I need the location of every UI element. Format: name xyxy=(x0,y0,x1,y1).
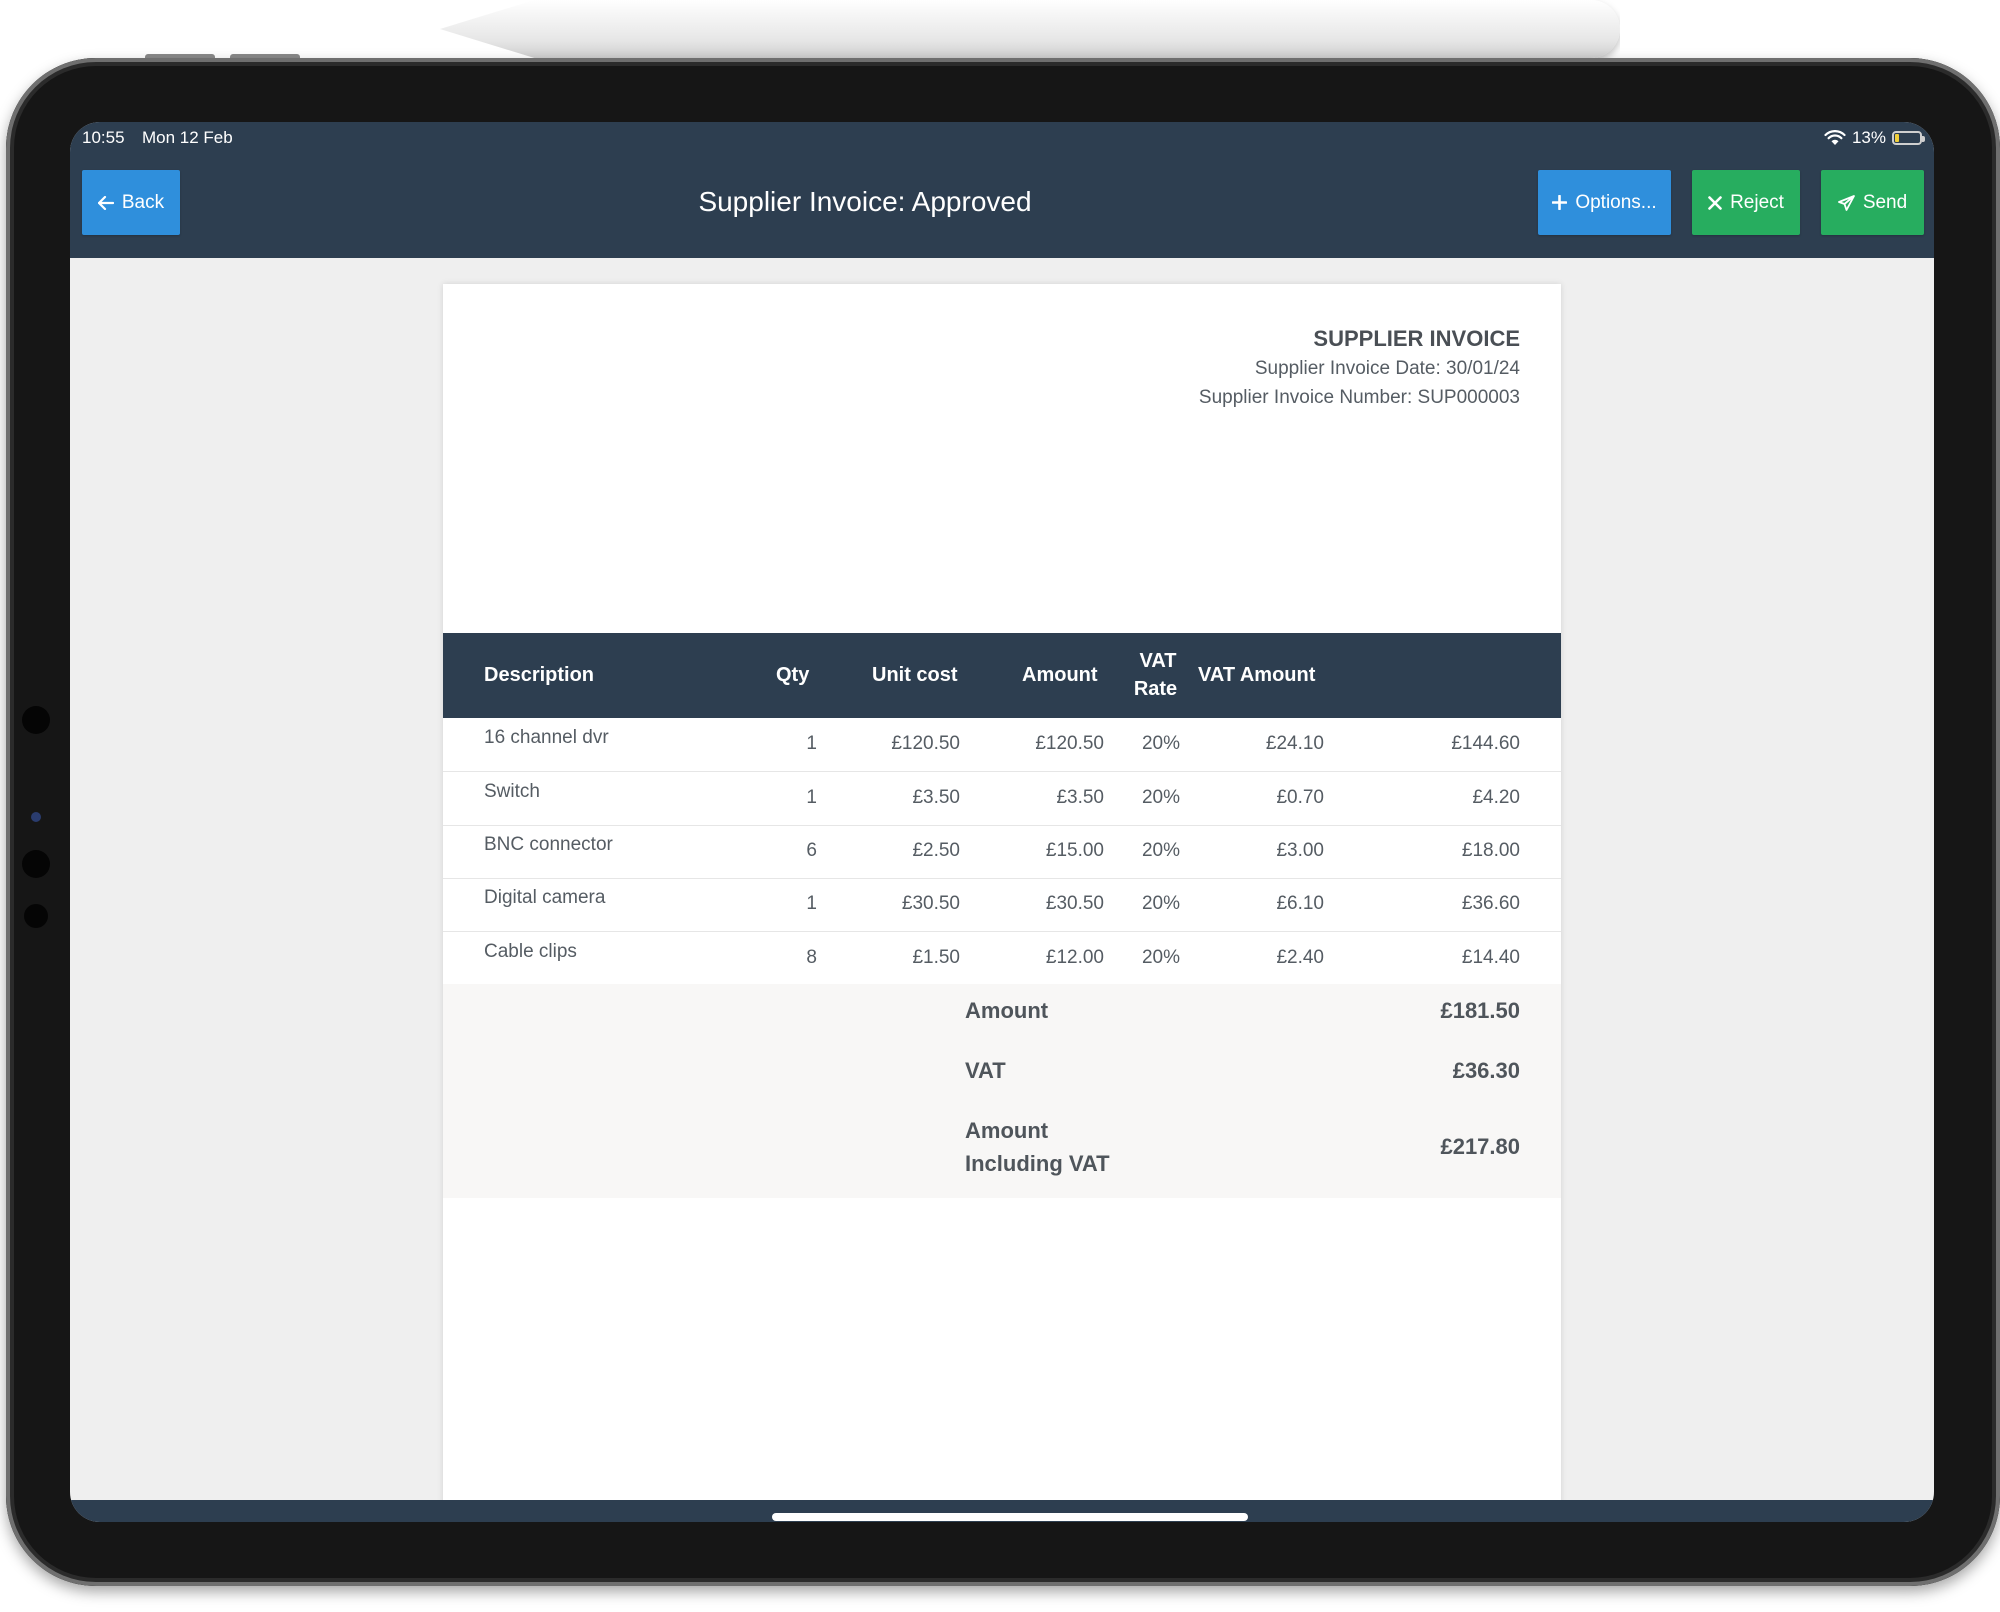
row-vat-rate: 20% xyxy=(1141,787,1180,808)
total-vat-label: VAT xyxy=(965,1058,1006,1083)
invoice-header: SUPPLIER INVOICE Supplier Invoice Date: … xyxy=(1199,324,1520,412)
row-vat-rate: 20% xyxy=(1141,893,1180,914)
row-qty: 8 xyxy=(806,947,817,968)
apple-pencil xyxy=(440,0,1620,58)
column-description: Description xyxy=(484,664,595,686)
send-button-label: Send xyxy=(1862,191,1908,213)
row-unit-cost: £2.50 xyxy=(912,840,960,861)
column-vat-amount: VAT Amount xyxy=(1198,664,1316,686)
sensor-dot xyxy=(22,850,50,878)
send-button[interactable]: Send xyxy=(1821,170,1924,235)
total-incl-vat-label-line2: Including VAT xyxy=(965,1151,1110,1176)
page-title: Supplier Invoice: Approved xyxy=(698,186,1032,217)
row-unit-cost: £120.50 xyxy=(891,733,960,754)
row-amount: £15.00 xyxy=(1045,840,1104,861)
reject-button[interactable]: Reject xyxy=(1692,170,1800,235)
row-description: Digital camera xyxy=(484,887,606,908)
row-total: £4.20 xyxy=(1472,787,1520,808)
app-screen: 10:55 Mon 12 Feb 13% Back Supplier Invoi… xyxy=(70,122,1934,1522)
row-vat-amount: £3.00 xyxy=(1276,840,1324,861)
plus-icon xyxy=(1552,195,1568,210)
total-amount-label: Amount xyxy=(965,998,1049,1023)
column-qty: Qty xyxy=(776,664,810,686)
table-row: Digital camera 1 £30.50 £30.50 20% £6.10… xyxy=(443,878,1561,932)
status-right: 13% xyxy=(1824,124,1925,152)
total-vat-value: £36.30 xyxy=(1452,1058,1520,1083)
invoice-heading: SUPPLIER INVOICE xyxy=(1313,326,1520,351)
row-vat-rate: 20% xyxy=(1141,840,1180,861)
sensor-dot xyxy=(22,706,50,734)
row-vat-amount: £0.70 xyxy=(1276,787,1324,808)
row-total: £18.00 xyxy=(1461,840,1520,861)
row-total: £144.60 xyxy=(1451,733,1520,754)
battery-percent: 13% xyxy=(1851,128,1886,147)
status-date: Mon 12 Feb xyxy=(142,128,233,147)
home-indicator[interactable] xyxy=(772,1513,1248,1521)
row-description: Cable clips xyxy=(484,941,577,962)
row-unit-cost: £3.50 xyxy=(912,787,960,808)
app-header: 10:55 Mon 12 Feb 13% Back Supplier Invoi… xyxy=(70,122,1934,258)
invoice-date: Supplier Invoice Date: 30/01/24 xyxy=(1254,358,1520,379)
row-qty: 1 xyxy=(806,787,817,808)
row-description: 16 channel dvr xyxy=(484,727,609,748)
row-qty: 6 xyxy=(806,840,817,861)
table-row: Switch 1 £3.50 £3.50 20% £0.70 £4.20 xyxy=(443,772,1561,826)
row-amount: £30.50 xyxy=(1045,893,1104,914)
sensor-dot xyxy=(24,904,48,928)
paper-plane-icon xyxy=(1837,194,1855,211)
status-bar: 10:55 Mon 12 Feb 13% xyxy=(82,124,1925,152)
wifi-icon xyxy=(1824,130,1846,145)
invoice-totals: Amount £181.50 VAT £36.30 Amount Includi… xyxy=(443,984,1561,1198)
row-amount: £120.50 xyxy=(1035,733,1104,754)
reject-button-label: Reject xyxy=(1730,191,1784,213)
table-header: Description Qty Unit cost Amount VAT Rat… xyxy=(443,633,1561,718)
status-time: 10:55 xyxy=(82,128,125,147)
table-row: BNC connector 6 £2.50 £15.00 20% £3.00 £… xyxy=(443,825,1561,879)
row-description: BNC connector xyxy=(484,834,613,855)
row-description: Switch xyxy=(484,781,540,802)
column-unit-cost: Unit cost xyxy=(872,664,958,686)
row-vat-amount: £2.40 xyxy=(1276,947,1324,968)
options-button-label: Options... xyxy=(1575,191,1657,213)
row-vat-amount: £24.10 xyxy=(1265,733,1324,754)
battery-icon xyxy=(1892,131,1925,145)
close-icon xyxy=(1708,195,1722,210)
row-vat-rate: 20% xyxy=(1141,947,1180,968)
total-incl-vat-label-line1: Amount xyxy=(965,1118,1049,1143)
row-amount: £12.00 xyxy=(1045,947,1104,968)
camera-icon xyxy=(31,812,41,822)
total-amount-value: £181.50 xyxy=(1440,998,1520,1023)
row-unit-cost: £1.50 xyxy=(912,947,960,968)
row-amount: £3.50 xyxy=(1056,787,1104,808)
total-incl-vat-value: £217.80 xyxy=(1440,1134,1520,1159)
row-vat-rate: 20% xyxy=(1141,733,1180,754)
options-button[interactable]: Options... xyxy=(1538,170,1671,235)
row-total: £14.40 xyxy=(1461,947,1520,968)
row-qty: 1 xyxy=(806,893,817,914)
row-qty: 1 xyxy=(806,733,817,754)
invoice-document: SUPPLIER INVOICE Supplier Invoice Date: … xyxy=(443,284,1561,1522)
row-unit-cost: £30.50 xyxy=(901,893,960,914)
row-vat-amount: £6.10 xyxy=(1276,893,1324,914)
invoice-number: Supplier Invoice Number: SUP000003 xyxy=(1198,387,1520,408)
row-total: £36.60 xyxy=(1461,893,1520,914)
table-row: 16 channel dvr 1 £120.50 £120.50 20% £24… xyxy=(443,718,1561,772)
table-row: Cable clips 8 £1.50 £12.00 20% £2.40 £14… xyxy=(443,932,1561,985)
column-amount: Amount xyxy=(1022,664,1098,686)
column-vat-rate-line2: Rate xyxy=(1133,678,1178,700)
column-vat-rate-line1: VAT xyxy=(1139,650,1177,672)
